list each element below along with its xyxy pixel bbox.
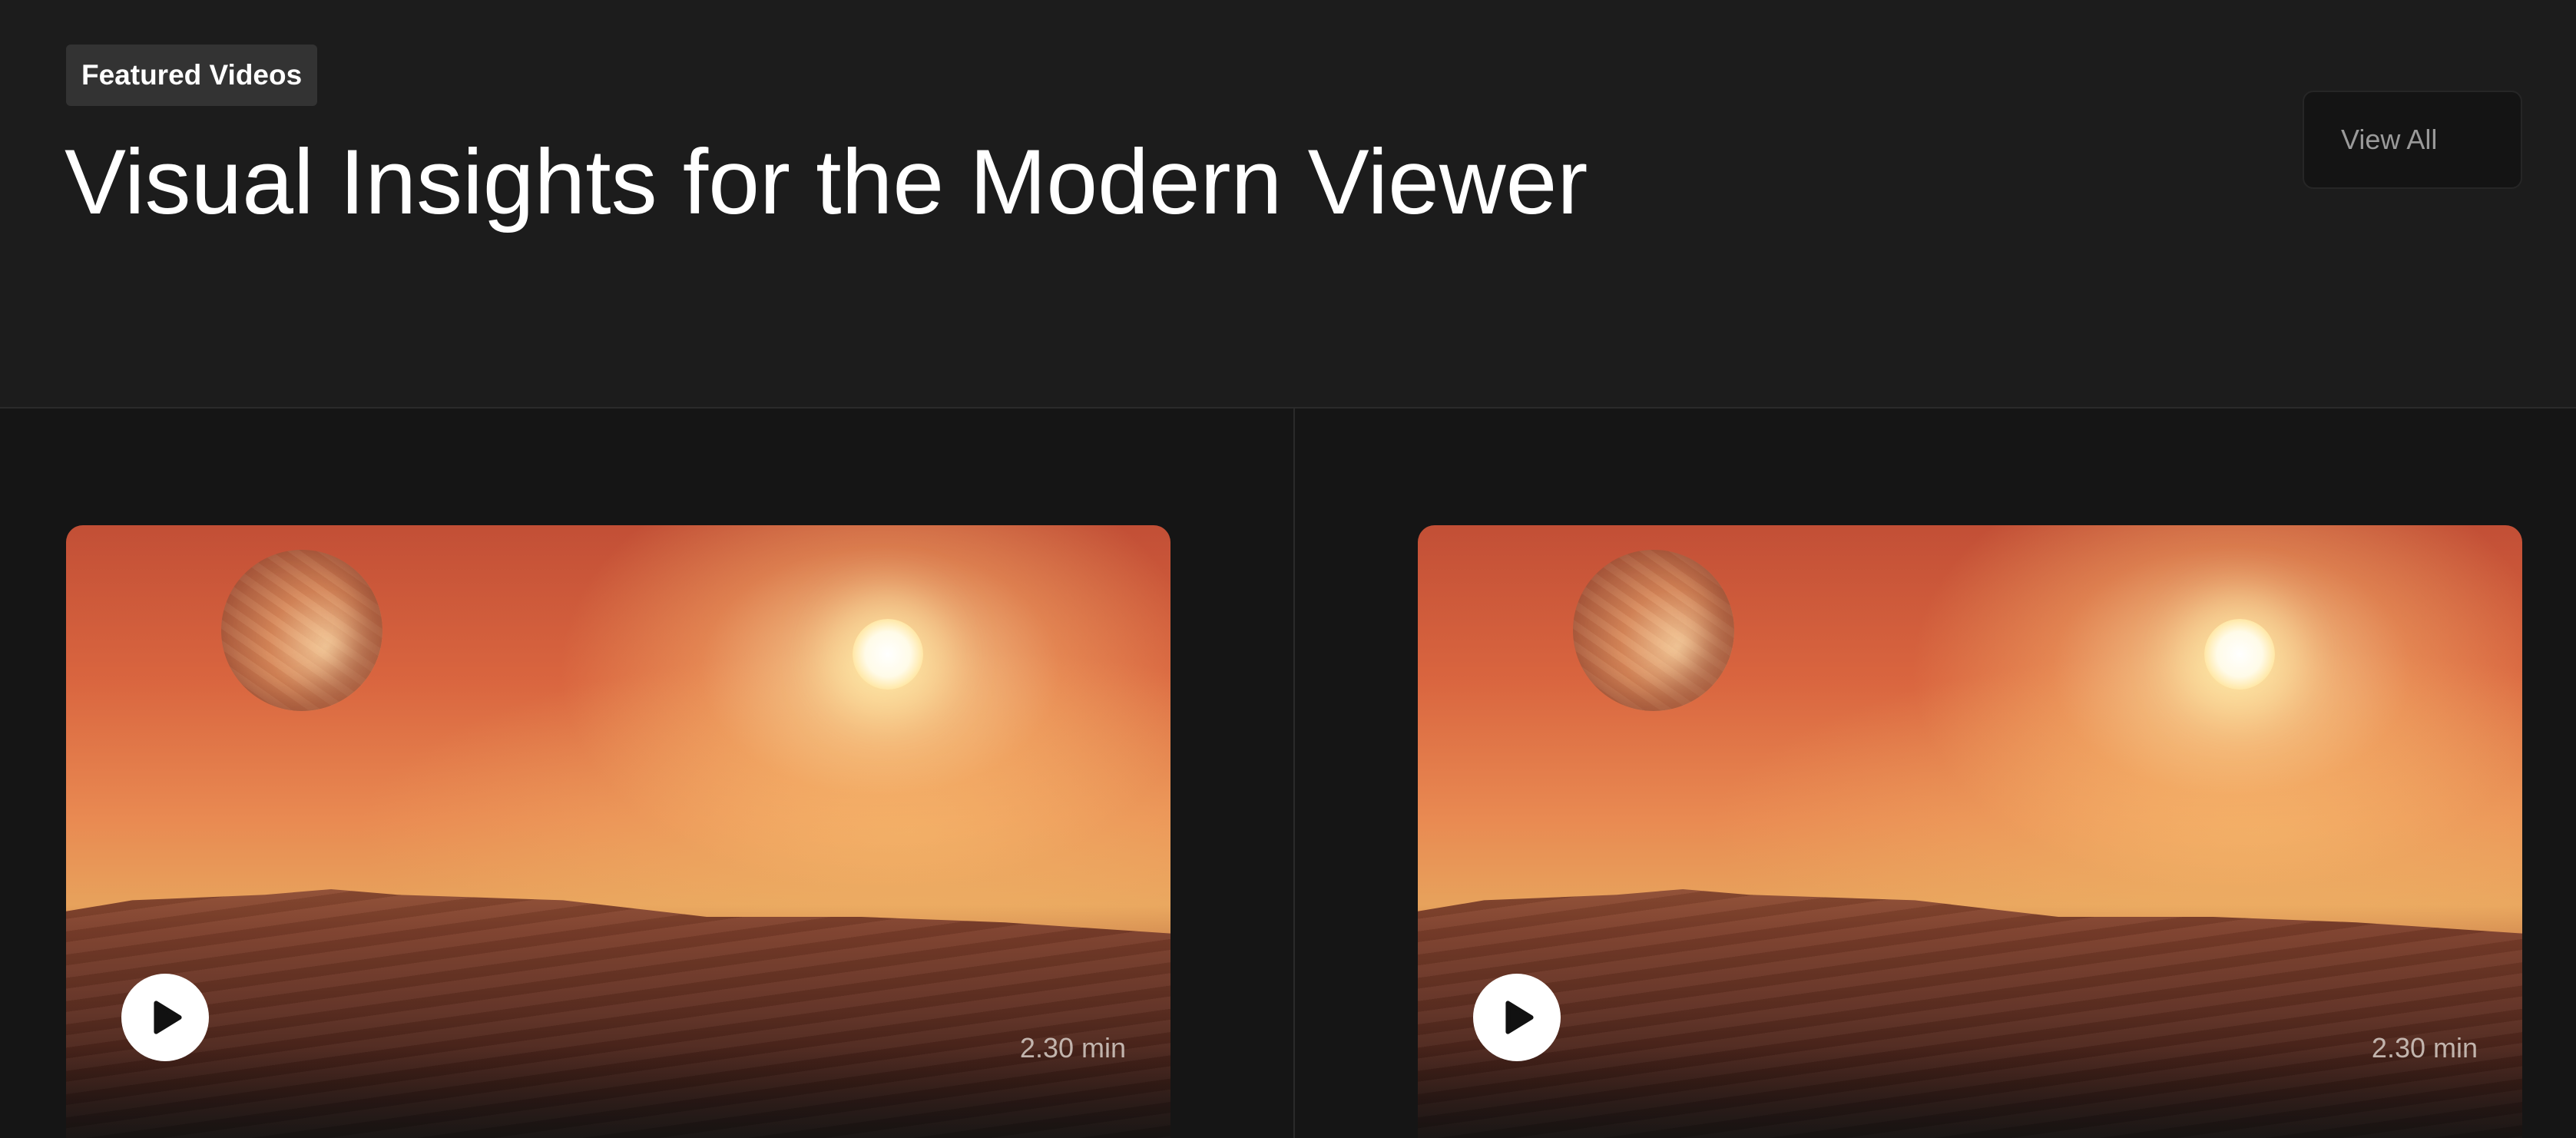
thumbnail-fade	[1418, 1046, 2522, 1138]
view-all-button[interactable]: View All	[2303, 91, 2522, 189]
play-button[interactable]	[121, 974, 209, 1061]
play-button[interactable]	[1473, 974, 1561, 1061]
sun-graphic	[2204, 619, 2275, 690]
thumbnail-fade	[66, 1046, 1170, 1138]
play-icon	[154, 1001, 182, 1034]
play-icon	[1505, 1001, 1534, 1034]
video-duration: 2.30 min	[2371, 1032, 2478, 1064]
section-header: Featured Videos Visual Insights for the …	[0, 0, 2576, 409]
featured-badge: Featured Videos	[66, 45, 318, 106]
video-thumbnail	[1418, 525, 2522, 1138]
planet-graphic	[221, 550, 382, 711]
video-card[interactable]: 2.30 min	[66, 525, 1170, 1138]
planet-graphic	[1573, 550, 1734, 711]
video-grid: 2.30 min 2.30 min	[0, 409, 2576, 1138]
column-divider	[1293, 409, 1295, 1138]
video-card[interactable]: 2.30 min	[1418, 525, 2522, 1138]
page-title: Visual Insights for the Modern Viewer	[65, 131, 1588, 233]
video-duration: 2.30 min	[1019, 1032, 1126, 1064]
video-thumbnail	[66, 525, 1170, 1138]
sun-graphic	[853, 619, 923, 690]
